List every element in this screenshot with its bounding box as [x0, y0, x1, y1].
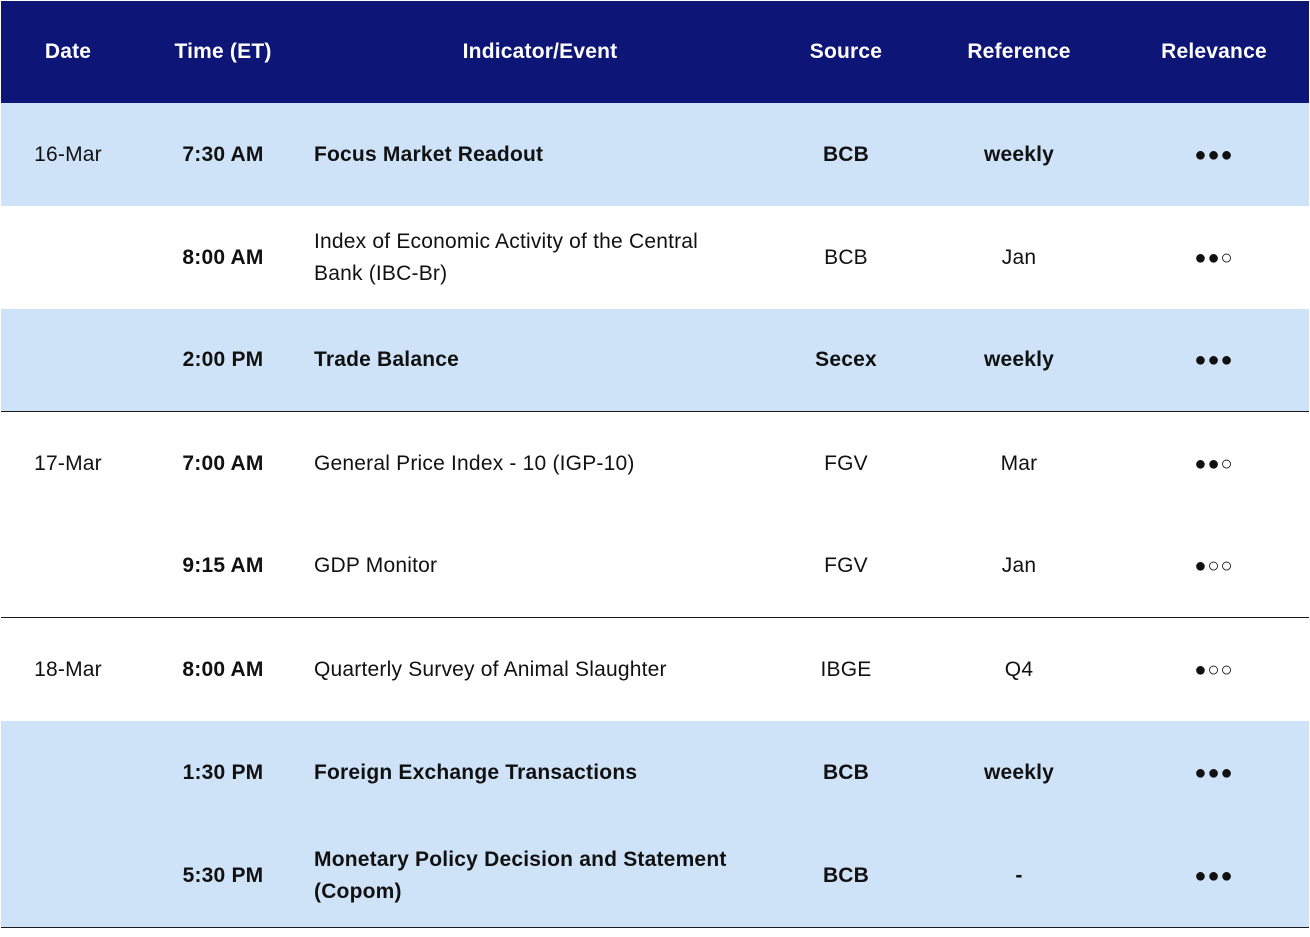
time-cell: 2:00 PM — [182, 348, 264, 371]
source-cell: FGV — [824, 554, 868, 577]
source-cell: FGV — [824, 451, 868, 475]
relevance-dots: ●●○ — [1194, 452, 1234, 475]
table-row: 9:15 AM GDP Monitor FGV Jan ●○○ — [1, 515, 1309, 618]
reference-cell: Jan — [1001, 245, 1037, 269]
reference-cell: weekly — [983, 760, 1055, 784]
relevance-dots: ●○○ — [1194, 555, 1234, 577]
time-cell: 8:00 AM — [182, 245, 264, 269]
table-row: 8:00 AM Index of Economic Activity of th… — [1, 206, 1309, 309]
source-cell: BCB — [822, 863, 870, 887]
date-cell — [1, 721, 135, 824]
header-source: Source — [809, 40, 883, 63]
table-header: Date Time (ET) Indicator/Event Source Re… — [1, 1, 1309, 103]
date-cell: 17-Mar — [34, 451, 102, 475]
event-cell: General Price Index - 10 (IGP-10) — [314, 451, 635, 475]
header-time: Time (ET) — [174, 40, 272, 63]
header-date: Date — [44, 40, 92, 63]
table-row: 16-Mar 7:30 AM Focus Market Readout BCB … — [1, 103, 1309, 206]
event-cell: Focus Market Readout — [314, 142, 544, 166]
date-cell — [1, 206, 135, 309]
reference-cell: Jan — [1001, 554, 1037, 577]
source-cell: Secex — [815, 348, 877, 371]
date-cell — [1, 515, 135, 617]
relevance-dots: ●●● — [1194, 143, 1234, 166]
time-cell: 5:30 PM — [182, 863, 264, 887]
time-cell: 7:30 AM — [182, 142, 264, 166]
source-cell: BCB — [822, 760, 870, 784]
event-cell: Index of Economic Activity of the Centra… — [314, 229, 699, 285]
header-indicator-event: Indicator/Event — [462, 40, 618, 63]
event-cell: GDP Monitor — [314, 554, 438, 577]
relevance-dots: ●●○ — [1194, 246, 1234, 269]
economic-calendar-table: Date Time (ET) Indicator/Event Source Re… — [1, 1, 1309, 928]
date-cell — [1, 309, 135, 411]
time-cell: 9:15 AM — [182, 554, 264, 577]
relevance-dots: ●●● — [1194, 349, 1234, 371]
table-row: 2:00 PM Trade Balance Secex weekly ●●● — [1, 309, 1309, 412]
reference-cell: - — [1015, 863, 1023, 887]
reference-cell: Mar — [1000, 451, 1038, 475]
time-cell: 7:00 AM — [182, 451, 264, 475]
relevance-dots: ●●● — [1194, 864, 1234, 887]
table-row: 17-Mar 7:00 AM General Price Index - 10 … — [1, 412, 1309, 515]
header-relevance: Relevance — [1161, 40, 1267, 63]
time-cell: 8:00 AM — [182, 657, 264, 681]
relevance-dots: ●○○ — [1194, 658, 1234, 681]
reference-cell: weekly — [983, 348, 1055, 371]
source-cell: BCB — [824, 245, 868, 269]
event-cell: Trade Balance — [314, 348, 460, 371]
event-cell: Foreign Exchange Transactions — [314, 760, 638, 784]
reference-cell: weekly — [983, 142, 1055, 166]
date-cell: 16-Mar — [34, 142, 102, 166]
date-cell — [1, 824, 135, 927]
date-cell: 18-Mar — [34, 657, 102, 681]
time-cell: 1:30 PM — [182, 760, 264, 784]
source-cell: BCB — [822, 142, 870, 166]
relevance-dots: ●●● — [1194, 761, 1234, 784]
reference-cell: Q4 — [1004, 657, 1034, 681]
table-row: 5:30 PM Monetary Policy Decision and Sta… — [1, 824, 1309, 928]
event-cell: Quarterly Survey of Animal Slaughter — [314, 657, 667, 681]
header-reference: Reference — [967, 40, 1071, 63]
table-row: 1:30 PM Foreign Exchange Transactions BC… — [1, 721, 1309, 824]
event-cell: Monetary Policy Decision and Statement (… — [314, 847, 727, 903]
source-cell: IBGE — [820, 657, 872, 681]
table-row: 18-Mar 8:00 AM Quarterly Survey of Anima… — [1, 618, 1309, 721]
